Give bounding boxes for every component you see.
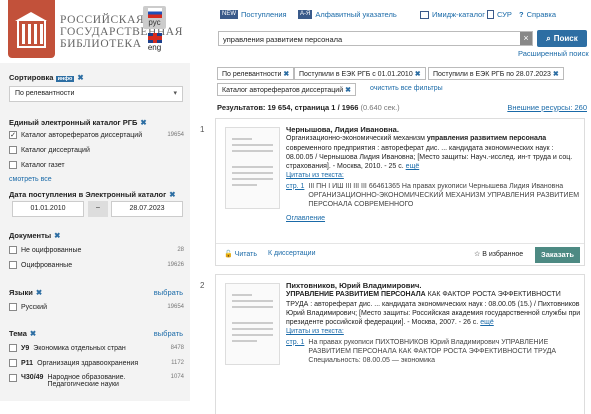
help-icon: ? [519, 10, 524, 19]
checkbox-icon [9, 374, 17, 382]
lock-icon: 🔓 [224, 251, 233, 258]
filter-chip[interactable]: Каталог авторефератов диссертаций ✖ [217, 83, 356, 96]
clear-search-icon[interactable]: × [520, 32, 532, 45]
result-description: Чернышова, Лидия Ивановна. Организационн… [286, 125, 581, 222]
catalog-icon [420, 10, 429, 19]
checkbox-icon [9, 246, 17, 254]
sort-select[interactable]: По релевантности [9, 86, 183, 102]
topic-heading: Тема ✖ выбрать [9, 329, 183, 338]
catalog-checkbox[interactable]: Каталог газет [9, 161, 184, 169]
lang-checkbox[interactable]: Русский 19654 [9, 303, 184, 311]
result-number: 2 [200, 281, 205, 290]
star-icon: ☆ [474, 251, 481, 258]
catalog-checkbox[interactable]: ✓ Каталог авторефератов диссертаций 19654 [9, 131, 184, 139]
uk-flag-icon [147, 33, 162, 43]
result-author[interactable]: Пихтовников, Юрий Владимирович. [286, 281, 581, 290]
choose-lang-link[interactable]: выбрать [154, 288, 183, 297]
checkbox-icon [9, 161, 17, 169]
lang-en[interactable]: eng [143, 33, 166, 52]
clear-topic-icon[interactable]: ✖ [30, 329, 36, 338]
remove-filter-icon[interactable]: ✖ [415, 71, 421, 78]
checkbox-icon [9, 261, 17, 269]
result-author[interactable]: Чернышова, Лидия Ивановна. [286, 125, 581, 134]
filter-chip[interactable]: Поступили в ЕЭК РГБ по 28.07.2023 ✖ [428, 67, 564, 80]
topic-checkbox[interactable]: Р11 Организация здравоохранения 1172 [9, 359, 184, 367]
search-icon: ⌕ [546, 33, 551, 43]
checkbox-icon [9, 303, 17, 311]
search-input[interactable]: управления развитием персонала [218, 31, 533, 46]
order-button[interactable]: Заказать [535, 247, 580, 263]
read-button[interactable]: 🔓 Читать [224, 250, 257, 258]
favorite-button[interactable]: ☆ В избранное [474, 250, 523, 258]
filter-chip[interactable]: Поступили в ЕЭК РГБ с 01.01.2010 ✖ [294, 67, 426, 80]
clear-date-icon[interactable]: ✖ [169, 190, 175, 199]
catalog-checkbox[interactable]: Каталог диссертаций [9, 146, 184, 154]
result-actions: 🔓 Читать К диссертации ☆ В избранное Зак… [216, 243, 584, 265]
clear-lang-icon[interactable]: ✖ [36, 288, 42, 297]
nav-image-catalog[interactable]: Имидж-каталог [420, 10, 485, 19]
sort-heading: Сортировка инфо ✖ [9, 73, 84, 82]
docs-checkbox[interactable]: Оцифрованные 19626 [9, 261, 184, 269]
nav-alphabet-index[interactable]: А-Я Алфавитный указатель [298, 10, 397, 19]
topic-checkbox[interactable]: У9 Экономика отдельных стран 8478 [9, 344, 184, 352]
date-separator: – [88, 201, 108, 217]
results-summary: Результатов: 19 654, страница 1 / 1966 (… [217, 103, 400, 112]
checkbox-icon [9, 146, 17, 154]
language-switch: рус eng [143, 6, 166, 52]
info-badge[interactable]: инфо [55, 76, 75, 82]
docs-checkbox[interactable]: Не оцифрованные 28 [9, 246, 184, 254]
catalog-heading: Единый электронный каталог РГБ ✖ [9, 118, 147, 127]
alphabet-icon: А-Я [298, 10, 313, 19]
nav-help[interactable]: ? Справка [519, 10, 556, 19]
results-area: По релевантности ✖ Поступили в ЕЭК РГБ с … [190, 63, 591, 414]
more-link[interactable]: ещё [480, 319, 494, 326]
clear-sort-icon[interactable]: ✖ [77, 73, 83, 82]
clear-catalog-icon[interactable]: ✖ [140, 118, 146, 127]
header: РОССИЙСКАЯ ГОСУДАРСТВЕННАЯ БИБЛИОТЕКА ру… [0, 0, 591, 60]
checkbox-icon [9, 344, 17, 352]
result-card: Пихтовников, Юрий Владимирович. УПРАВЛЕН… [215, 274, 585, 414]
document-icon [487, 10, 494, 19]
lang-ru[interactable]: рус [143, 6, 166, 29]
external-resources-link[interactable]: Внешние ресурсы: 260 [507, 103, 587, 112]
to-dissertation-link[interactable]: К диссертации [268, 250, 316, 257]
choose-topic-link[interactable]: выбрать [154, 329, 183, 338]
filter-chip[interactable]: По релевантности ✖ [217, 67, 295, 80]
remove-filter-icon[interactable]: ✖ [553, 71, 559, 78]
topic-checkbox[interactable]: Ч30/49 Народное образование. Педагогическ… [9, 374, 184, 388]
contents-link[interactable]: Оглавление [286, 215, 325, 222]
search-button[interactable]: ⌕ Поиск [537, 30, 587, 47]
advanced-search-link[interactable]: Расширенный поиск [518, 49, 589, 58]
nav-new-arrivals[interactable]: NEW Поступления [220, 10, 287, 19]
document-thumbnail[interactable] [225, 283, 280, 365]
checkbox-icon [9, 359, 17, 367]
sidebar: Сортировка инфо✖ По релевантности Единый… [0, 63, 190, 401]
quotes-link[interactable]: Цитаты из текста: [286, 328, 344, 335]
result-card: Чернышова, Лидия Ивановна. Организационн… [215, 118, 585, 266]
page-link[interactable]: стр. 1 [286, 338, 304, 366]
quotes-link[interactable]: Цитаты из текста: [286, 172, 344, 179]
rgb-logo[interactable] [8, 0, 55, 58]
result-number: 1 [200, 125, 205, 134]
clear-filters-link[interactable]: очистить все фильтры [370, 85, 443, 92]
result-description: Пихтовников, Юрий Владимирович. УПРАВЛЕН… [286, 281, 581, 366]
document-thumbnail[interactable] [225, 127, 280, 209]
russia-flag-icon [147, 8, 162, 18]
date-heading: Дата поступления в Электронный каталог ✖ [9, 190, 176, 199]
more-link[interactable]: ещё [406, 163, 420, 170]
remove-filter-icon[interactable]: ✖ [283, 71, 289, 78]
date-from-input[interactable]: 01.01.2010 [12, 201, 84, 217]
clear-docs-icon[interactable]: ✖ [54, 231, 60, 240]
nav-sur[interactable]: СУР [487, 10, 512, 19]
checkbox-icon: ✓ [9, 131, 17, 139]
remove-filter-icon[interactable]: ✖ [345, 87, 351, 94]
new-icon: NEW [220, 10, 238, 19]
page-link[interactable]: стр. 1 [286, 182, 304, 210]
show-all-link[interactable]: смотреть все [9, 176, 52, 183]
languages-heading: Языки ✖ выбрать [9, 288, 183, 297]
date-to-input[interactable]: 28.07.2023 [111, 201, 183, 217]
documents-heading: Документы ✖ [9, 231, 61, 240]
